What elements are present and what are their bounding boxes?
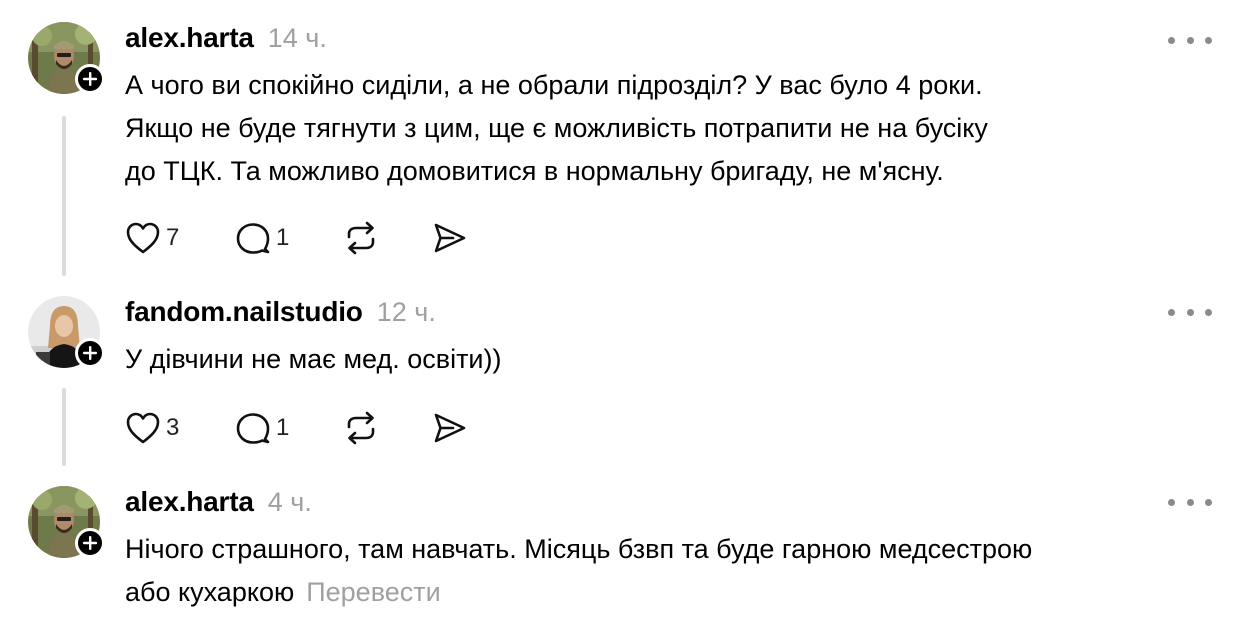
send-icon xyxy=(434,223,466,253)
thread-connector-line xyxy=(62,116,66,276)
comment-text: Нічого страшного, там навчать. Місяць бз… xyxy=(125,528,1225,614)
like-button[interactable]: 3 xyxy=(125,408,235,448)
share-button[interactable] xyxy=(431,218,467,258)
comment-line: до ТЦК. Та можливо домовитися в нормальн… xyxy=(125,156,944,186)
more-dots-icon xyxy=(1168,308,1175,316)
comment-header: fandom.nailstudio 12 ч. xyxy=(125,296,436,332)
more-options-button[interactable] xyxy=(1168,302,1212,322)
avatar-alex-harta[interactable] xyxy=(28,22,105,94)
username[interactable]: fandom.nailstudio xyxy=(125,296,363,328)
repost-icon xyxy=(347,221,375,255)
timestamp[interactable]: 4 ч. xyxy=(268,487,312,518)
comment-line: або кухаркою xyxy=(125,577,295,607)
plus-icon xyxy=(83,346,97,360)
repost-button[interactable] xyxy=(343,218,431,258)
username[interactable]: alex.harta xyxy=(125,22,254,54)
more-dots-icon xyxy=(1168,498,1175,506)
reply-button[interactable]: 1 xyxy=(235,218,343,258)
comment-header: alex.harta 4 ч. xyxy=(125,486,312,522)
reply-button[interactable]: 1 xyxy=(235,408,343,448)
comment-line: Нічого страшного, там навчать. Місяць бз… xyxy=(125,534,1033,564)
like-count: 3 xyxy=(166,414,180,441)
comment-icon xyxy=(236,223,270,254)
repost-button[interactable] xyxy=(343,408,431,448)
timestamp[interactable]: 14 ч. xyxy=(268,23,327,54)
comment-icon xyxy=(236,413,270,444)
like-count: 7 xyxy=(166,224,180,251)
action-bar: 3 1 xyxy=(125,408,467,448)
plus-icon xyxy=(83,72,97,86)
more-dots-icon xyxy=(1168,36,1175,44)
translate-link[interactable]: Перевести xyxy=(306,577,440,607)
follow-button[interactable] xyxy=(75,528,105,558)
comment-text: У дівчини не має мед. освіти)) xyxy=(125,338,1225,381)
send-icon xyxy=(434,413,466,443)
comment-line-with-translate: або кухаркою Перевести xyxy=(125,571,1225,614)
comment-line: У дівчини не має мед. освіти)) xyxy=(125,344,502,374)
username[interactable]: alex.harta xyxy=(125,486,254,518)
action-bar: 7 1 xyxy=(125,218,467,258)
comment-line: А чого ви спокійно сиділи, а не обрали п… xyxy=(125,70,983,100)
share-button[interactable] xyxy=(431,408,467,448)
avatar-fandom-nailstudio[interactable] xyxy=(28,296,105,368)
reply-count: 1 xyxy=(276,224,290,251)
reply-count: 1 xyxy=(276,414,290,441)
like-button[interactable]: 7 xyxy=(125,218,235,258)
more-options-button[interactable] xyxy=(1168,492,1212,512)
comment-line: Якщо не буде тягнути з цим, ще є можливі… xyxy=(125,113,988,143)
heart-icon xyxy=(126,222,160,254)
heart-icon xyxy=(126,412,160,444)
plus-icon xyxy=(83,536,97,550)
more-options-button[interactable] xyxy=(1168,30,1212,50)
avatar-alex-harta[interactable] xyxy=(28,486,105,558)
timestamp[interactable]: 12 ч. xyxy=(377,297,436,328)
comment-text: А чого ви спокійно сиділи, а не обрали п… xyxy=(125,64,1225,193)
comment-thread: alex.harta 14 ч. А чого ви спокійно сиді… xyxy=(0,0,1256,622)
repost-icon xyxy=(347,411,375,445)
follow-button[interactable] xyxy=(75,64,105,94)
follow-button[interactable] xyxy=(75,338,105,368)
comment-header: alex.harta 14 ч. xyxy=(125,22,327,58)
thread-connector-line xyxy=(62,388,66,466)
